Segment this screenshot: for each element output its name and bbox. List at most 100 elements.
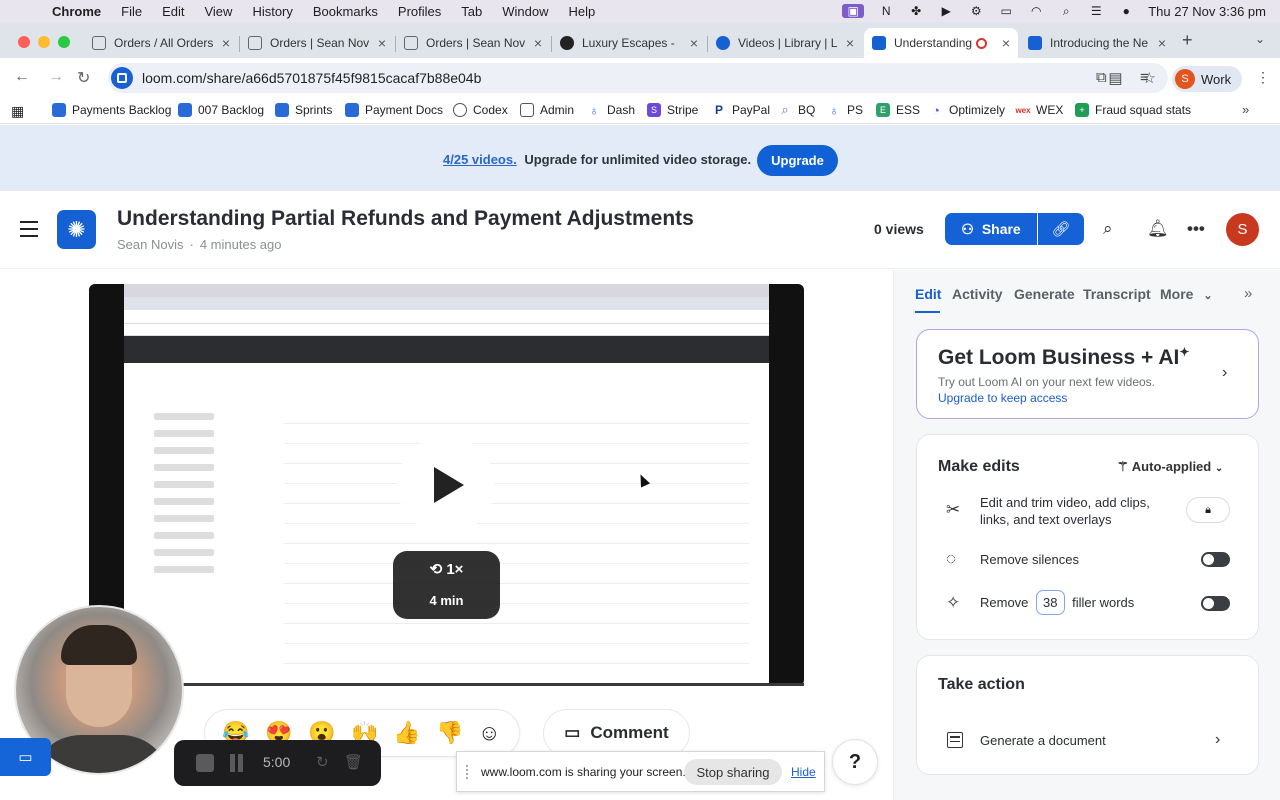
close-tab-icon[interactable]: ×	[1158, 35, 1166, 51]
wifi-icon[interactable]: ◠	[1028, 4, 1044, 18]
back-arrow-icon[interactable]: ←	[14, 68, 30, 86]
close-tab-icon[interactable]: ×	[534, 35, 542, 51]
search-icon[interactable]: ⌕	[1103, 219, 1113, 239]
chevron-right-icon[interactable]: ›	[1222, 364, 1227, 382]
forward-arrow-icon[interactable]: →	[48, 68, 64, 86]
extensions-puzzle-icon[interactable]: ⧉	[1096, 69, 1107, 86]
restart-recording-icon[interactable]: ↻	[316, 753, 329, 771]
close-tab-icon[interactable]: ×	[378, 35, 386, 51]
video-title[interactable]: Understanding Partial Refunds and Paymen…	[117, 207, 694, 231]
battery-icon[interactable]: ▭	[998, 4, 1014, 18]
tab-orders-sean-2[interactable]: Orders | Sean Nov ×	[396, 28, 550, 58]
url-omnibox[interactable]: loom.com/share/a66d5701875f45f9815cacaf7…	[108, 63, 1168, 93]
tab-orders-all[interactable]: Orders / All Orders ×	[84, 28, 238, 58]
tab-more[interactable]: More ⌄	[1160, 286, 1213, 302]
playback-speed[interactable]: ⟲ 1×	[393, 560, 500, 578]
loom-logo-icon[interactable]: ✺	[57, 210, 96, 249]
bookmark-payments-backlog[interactable]: Payments Backlog	[52, 103, 171, 117]
menu-bookmarks[interactable]: Bookmarks	[313, 4, 378, 19]
more-bookmarks-icon[interactable]: »	[1242, 102, 1249, 117]
bookmark-wex[interactable]: wex WEX	[1015, 103, 1063, 117]
hide-sharing-bar-link[interactable]: Hide	[791, 765, 816, 779]
close-tab-icon[interactable]: ×	[1002, 35, 1010, 51]
site-info-icon[interactable]	[111, 67, 133, 89]
menu-history[interactable]: History	[252, 4, 292, 19]
bookmark-admin[interactable]: Admin	[520, 103, 574, 117]
menu-view[interactable]: View	[204, 4, 232, 19]
copy-link-button[interactable]: 🔗︎	[1038, 213, 1084, 245]
bookmark-bq[interactable]: ⌕ BQ	[778, 102, 815, 117]
loom-ai-upsell-card[interactable]: Get Loom Business + AI✦ Try out Loom AI …	[916, 329, 1259, 419]
auto-applied-dropdown[interactable]: ⚚ Auto-applied ⌄	[1117, 459, 1223, 475]
bookmark-codex[interactable]: Codex	[453, 103, 508, 117]
bookmark-stripe[interactable]: S Stripe	[647, 103, 698, 117]
bookmark-optimizely[interactable]: ◔ Optimizely	[929, 103, 1005, 118]
close-window-icon[interactable]	[18, 36, 30, 48]
bookmark-paypal[interactable]: P PayPal	[712, 103, 770, 117]
hamburger-menu-icon[interactable]	[20, 221, 38, 242]
media-controls-icon[interactable]: ≡	[1140, 69, 1149, 86]
filler-word-count[interactable]: 38	[1036, 590, 1065, 615]
apps-grid-icon[interactable]: ▦	[11, 103, 24, 120]
bookmark-payment-docs[interactable]: Payment Docs	[345, 103, 443, 117]
video-progress-bar[interactable]	[89, 683, 804, 686]
tab-orders-sean-1[interactable]: Orders | Sean Nov ×	[240, 28, 394, 58]
close-tab-icon[interactable]: ×	[846, 35, 854, 51]
generate-document-button[interactable]: Generate a document	[980, 733, 1106, 748]
bookmark-ps[interactable]: ♁ PS	[827, 103, 863, 118]
profile-button[interactable]: S Work	[1172, 66, 1242, 92]
menu-window[interactable]: Window	[502, 4, 548, 19]
upgrade-keep-access-link[interactable]: Upgrade to keep access	[938, 391, 1067, 405]
drag-handle-icon[interactable]	[466, 765, 471, 779]
menu-help[interactable]: Help	[569, 4, 596, 19]
tab-luxury-escapes[interactable]: Luxury Escapes - ×	[552, 28, 706, 58]
menu-file[interactable]: File	[121, 4, 142, 19]
clipboard-icon[interactable]: ▤	[1108, 69, 1122, 87]
view-count[interactable]: 0 views	[874, 221, 924, 237]
menu-tab[interactable]: Tab	[461, 4, 482, 19]
tab-search-chevron-icon[interactable]: ⌄	[1255, 32, 1265, 46]
remove-filler-words-toggle[interactable]	[1201, 596, 1230, 611]
notion-icon[interactable]: N	[878, 4, 894, 18]
thumbs-down-emoji-icon[interactable]: 👎	[436, 720, 463, 746]
camera-toggle-button[interactable]: ▭	[0, 738, 51, 776]
tab-transcript[interactable]: Transcript	[1083, 286, 1151, 302]
tab-understanding-active[interactable]: Understanding ×	[864, 28, 1018, 58]
chevron-right-icon[interactable]: ›	[1215, 731, 1220, 749]
spotlight-search-icon[interactable]: ⌕	[1058, 4, 1074, 18]
tab-videos-library[interactable]: Videos | Library | L ×	[708, 28, 862, 58]
remove-silences-toggle[interactable]	[1201, 552, 1230, 567]
video-count-link[interactable]: 4/25 videos.	[443, 152, 517, 167]
siri-icon[interactable]: ●	[1118, 4, 1134, 18]
upgrade-button[interactable]: Upgrade	[757, 145, 838, 176]
delete-recording-icon[interactable]: 🗑︎	[344, 753, 363, 771]
control-center-icon[interactable]: ☰	[1088, 4, 1104, 18]
bookmark-sprints[interactable]: Sprints	[275, 103, 332, 117]
bookmark-fraud-squad[interactable]: + Fraud squad stats	[1075, 103, 1191, 117]
menubar-clock[interactable]: Thu 27 Nov 3:36 pm	[1148, 4, 1266, 19]
tab-edit[interactable]: Edit	[915, 286, 941, 302]
more-options-icon[interactable]: •••	[1187, 219, 1205, 239]
playback-speed-pill[interactable]: ⟲ 1× 4 min	[393, 551, 500, 619]
zoom-window-icon[interactable]	[58, 36, 70, 48]
pause-recording-icon[interactable]	[230, 754, 246, 772]
help-button[interactable]: ?	[832, 739, 878, 785]
play-button[interactable]	[397, 436, 495, 534]
bookmark-ess[interactable]: E ESS	[876, 103, 920, 117]
close-tab-icon[interactable]: ×	[222, 35, 230, 51]
add-reaction-icon[interactable]: ☺	[478, 720, 500, 746]
bell-icon[interactable]: 🔔︎	[1147, 219, 1169, 239]
new-tab-icon[interactable]: +	[1182, 30, 1193, 51]
thumbs-up-emoji-icon[interactable]: 👍	[393, 720, 420, 746]
play-status-icon[interactable]: ▶	[938, 4, 954, 18]
user-avatar[interactable]: S	[1226, 213, 1259, 246]
edit-trim-text[interactable]: Edit and trim video, add clips, links, a…	[980, 494, 1150, 528]
minimize-window-icon[interactable]	[38, 36, 50, 48]
gear-status-icon[interactable]: ⚙	[968, 4, 984, 18]
tab-generate[interactable]: Generate	[1014, 286, 1075, 302]
comment-button[interactable]: ▭ Comment	[543, 709, 690, 757]
tab-introducing[interactable]: Introducing the Ne ×	[1020, 28, 1174, 58]
close-tab-icon[interactable]: ×	[690, 35, 698, 51]
locked-edit-button[interactable]: 🔒︎	[1186, 497, 1230, 523]
stop-sharing-button[interactable]: Stop sharing	[684, 759, 782, 785]
